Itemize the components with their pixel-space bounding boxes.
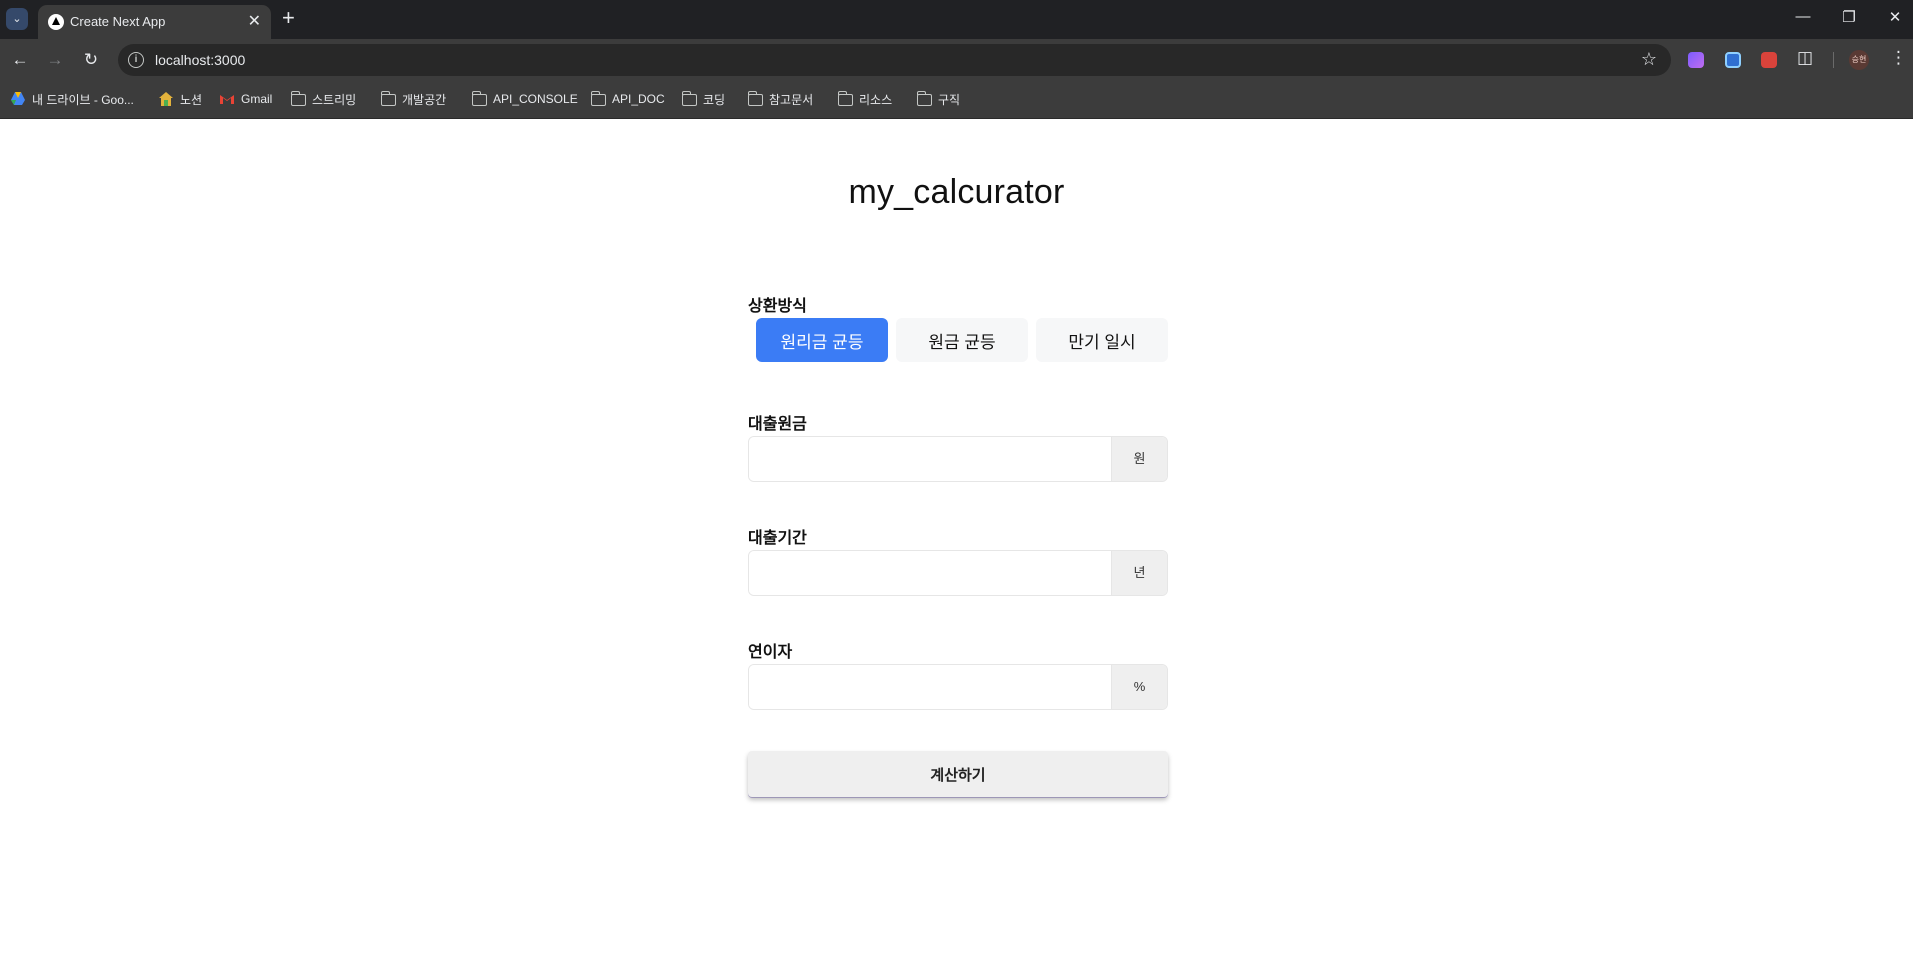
bookmark-folder-api-console[interactable]: API_CONSOLE <box>471 89 578 109</box>
bookmark-label: 개발공간 <box>402 92 447 107</box>
extensions-puzzle-icon[interactable]: ◫ <box>1797 48 1813 68</box>
close-window-icon[interactable]: ✕ <box>1880 8 1910 26</box>
close-tab-icon[interactable]: ✕ <box>248 11 261 31</box>
bookmark-label: 리소스 <box>859 92 893 107</box>
principal-label: 대출원금 <box>748 416 807 433</box>
bookmark-gmail[interactable]: Gmail <box>219 89 272 109</box>
folder-icon <box>747 91 763 106</box>
bookmark-label: 노션 <box>180 92 203 107</box>
bookmark-label: Gmail <box>241 92 273 106</box>
bookmarks-bar: 내 드라이브 - Goo... 노션 Gmail 스트리밍 개발공간 API_C… <box>0 81 1913 119</box>
repayment-method-label: 상환방식 <box>748 298 807 315</box>
period-field: 년 <box>748 550 1168 596</box>
repayment-equal-principal-button[interactable]: 원금 균등 <box>896 318 1028 362</box>
browser-tab-strip: ⌄ Create Next App ✕ + — ❐ ✕ <box>0 0 1913 39</box>
new-tab-icon[interactable]: + <box>282 5 295 31</box>
notion-icon <box>158 91 174 107</box>
bookmark-label: API_DOC <box>612 92 665 106</box>
tab-title: Create Next App <box>70 14 166 29</box>
bookmark-folder-streaming[interactable]: 스트리밍 <box>290 89 357 109</box>
period-unit: 년 <box>1111 551 1167 595</box>
reload-icon[interactable]: ↻ <box>79 48 103 72</box>
folder-icon <box>590 91 606 106</box>
page-title: my_calcurator <box>848 173 1065 211</box>
bookmark-folder-jobs[interactable]: 구직 <box>916 89 961 109</box>
nextjs-favicon-icon <box>48 14 64 30</box>
repayment-method-group: 원리금 균등 원금 균등 만기 일시 <box>756 318 1168 362</box>
browser-toolbar: ← → ↻ i localhost:3000 ☆ ◫ 승현 ⋮ <box>0 39 1913 81</box>
principal-input[interactable] <box>749 437 1111 481</box>
bookmark-label: 내 드라이브 - Goo... <box>32 92 134 107</box>
folder-icon <box>380 91 396 106</box>
bookmark-google-drive[interactable]: 내 드라이브 - Goo... <box>10 89 134 109</box>
repayment-equal-installment-button[interactable]: 원리금 균등 <box>756 318 888 362</box>
bookmark-label: 코딩 <box>703 92 726 107</box>
tab-search-chevron-icon[interactable]: ⌄ <box>6 8 28 30</box>
menu-dots-icon[interactable]: ⋮ <box>1890 48 1907 68</box>
period-label: 대출기간 <box>748 530 807 547</box>
period-input[interactable] <box>749 551 1111 595</box>
minimize-icon[interactable]: — <box>1788 8 1818 25</box>
bookmark-folder-dev[interactable]: 개발공간 <box>380 89 447 109</box>
bookmark-label: 구직 <box>938 92 961 107</box>
bookmark-label: API_CONSOLE <box>493 92 578 106</box>
extension-blue-icon[interactable] <box>1725 52 1741 68</box>
google-drive-icon <box>10 91 26 107</box>
rate-input[interactable] <box>749 665 1111 709</box>
principal-unit: 원 <box>1111 437 1167 481</box>
bookmark-label: 스트리밍 <box>312 92 357 107</box>
folder-icon <box>290 91 306 106</box>
back-icon[interactable]: ← <box>8 48 32 72</box>
extension-purple-icon[interactable] <box>1688 52 1704 68</box>
rate-field: % <box>748 664 1168 710</box>
bookmark-label: 참고문서 <box>769 92 814 107</box>
bookmark-notion[interactable]: 노션 <box>158 89 202 109</box>
restore-icon[interactable]: ❐ <box>1834 8 1864 26</box>
folder-icon <box>471 91 487 106</box>
forward-icon[interactable]: → <box>43 48 67 72</box>
bookmark-folder-coding[interactable]: 코딩 <box>681 89 726 109</box>
address-bar[interactable]: i localhost:3000 ☆ <box>118 44 1671 76</box>
profile-avatar[interactable]: 승현 <box>1849 50 1869 70</box>
folder-icon <box>916 91 932 106</box>
calculate-button[interactable]: 계산하기 <box>748 751 1168 797</box>
principal-field: 원 <box>748 436 1168 482</box>
rate-unit: % <box>1111 665 1167 709</box>
folder-icon <box>837 91 853 106</box>
repayment-bullet-button[interactable]: 만기 일시 <box>1036 318 1168 362</box>
site-info-icon[interactable]: i <box>128 52 144 68</box>
bookmark-folder-api-doc[interactable]: API_DOC <box>590 89 665 109</box>
folder-icon <box>681 91 697 106</box>
browser-tab[interactable]: Create Next App ✕ <box>38 5 271 39</box>
bookmark-folder-references[interactable]: 참고문서 <box>747 89 814 109</box>
url-text: localhost:3000 <box>155 52 246 68</box>
rate-label: 연이자 <box>748 644 793 661</box>
bookmark-folder-resources[interactable]: 리소스 <box>837 89 893 109</box>
gmail-icon <box>219 91 235 107</box>
extension-red-icon[interactable] <box>1761 52 1777 68</box>
bookmark-star-icon[interactable]: ☆ <box>1641 49 1657 70</box>
toolbar-divider <box>1833 52 1834 68</box>
page-content: my_calcurator 상환방식 원리금 균등 원금 균등 만기 일시 대출… <box>0 120 1913 968</box>
